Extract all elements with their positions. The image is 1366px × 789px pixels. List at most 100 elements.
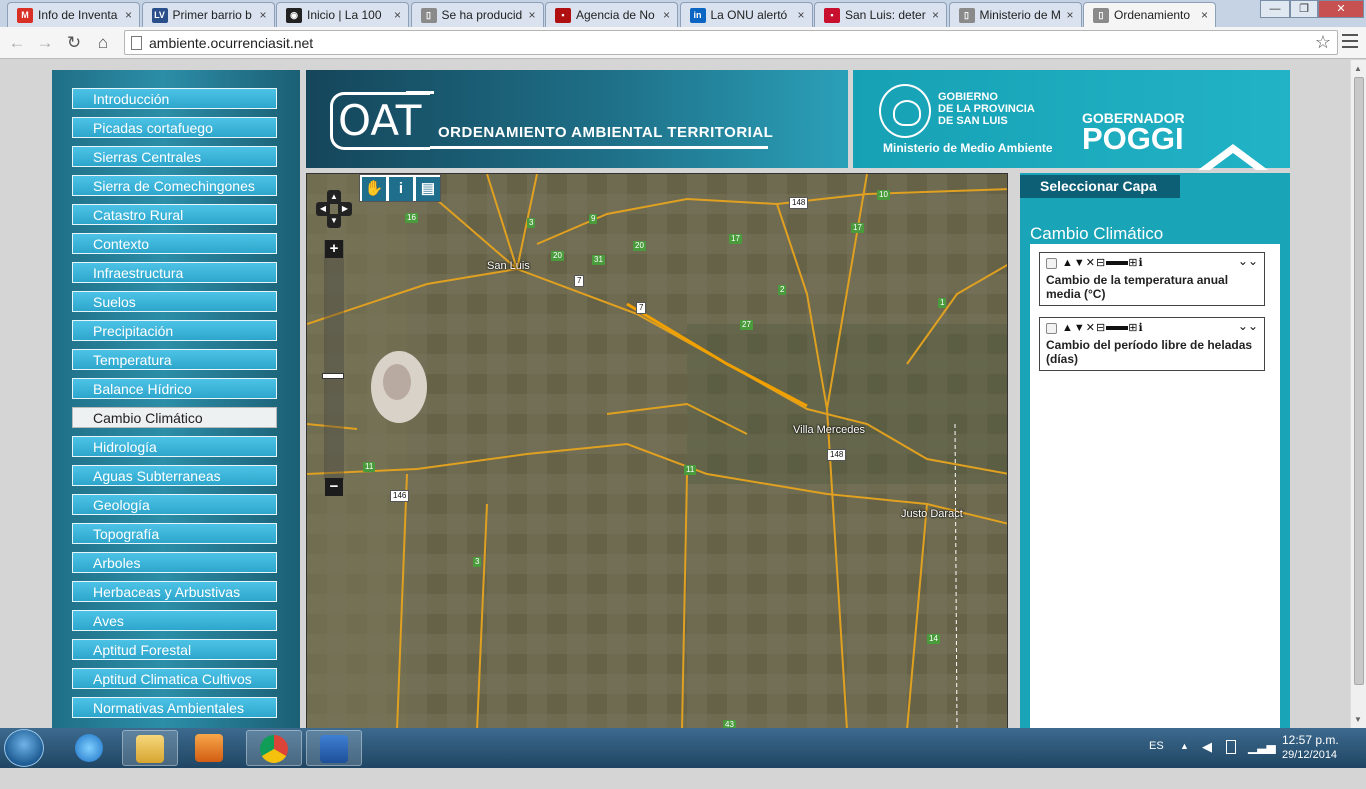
sidebar-item[interactable]: Aves [72, 610, 277, 631]
opacity-minus-icon[interactable]: ⊟ [1096, 257, 1106, 269]
taskbar-ie[interactable] [62, 730, 118, 766]
back-button[interactable]: ← [6, 32, 28, 54]
home-button[interactable]: ⌂ [92, 32, 114, 54]
close-window-button[interactable]: ✕ [1318, 0, 1364, 18]
scrollbar-thumb[interactable] [1354, 77, 1364, 685]
sidebar-item[interactable]: Aguas Subterraneas [72, 465, 277, 486]
clock-date[interactable]: 29/12/2014 [1282, 749, 1337, 789]
minimize-button[interactable]: — [1260, 0, 1290, 18]
start-button[interactable] [4, 729, 44, 767]
collapse-icon[interactable]: ⌄⌄ [1238, 319, 1258, 333]
pan-hand-icon[interactable]: ✋ [362, 177, 386, 201]
sidebar-item[interactable]: Catastro Rural [72, 204, 277, 225]
tab-close-icon[interactable]: × [1066, 8, 1073, 22]
zoom-slider-handle[interactable] [322, 373, 344, 379]
sidebar-item[interactable]: Picadas cortafuego [72, 117, 277, 138]
page-scrollbar[interactable]: ▲ ▼ [1350, 60, 1366, 728]
language-indicator[interactable]: ES [1149, 740, 1164, 780]
network-icon[interactable]: ▁▃▅ [1248, 740, 1276, 780]
address-bar[interactable]: ambiente.ocurrenciasit.net ☆ [124, 30, 1338, 55]
taskbar-explorer[interactable] [122, 730, 178, 766]
layer-name: Cambio del período libre de heladas (día… [1046, 338, 1253, 366]
move-up-icon[interactable]: ▲ [1062, 257, 1074, 269]
map-view[interactable]: San Luis Villa Mercedes Justo Daract 3 9… [306, 173, 1008, 728]
layer-controls: ▲▼✕⊟ ⊞ℹ ⌄⌄ [1046, 254, 1258, 271]
opacity-bar[interactable] [1106, 261, 1129, 266]
zoom-in-button[interactable]: + [325, 240, 343, 258]
pan-down-icon[interactable]: ▼ [327, 214, 341, 228]
browser-tab[interactable]: in La ONU alertó × [679, 2, 813, 27]
layer-info-icon[interactable]: ℹ [1138, 322, 1143, 334]
browser-tab[interactable]: LV Primer barrio b × [141, 2, 275, 27]
tab-close-icon[interactable]: × [528, 8, 535, 22]
sidebar-item[interactable]: Balance Hídrico [72, 378, 277, 399]
move-down-icon[interactable]: ▼ [1074, 322, 1086, 334]
map-canvas[interactable] [307, 174, 1008, 728]
tab-close-icon[interactable]: × [932, 8, 939, 22]
opacity-bar[interactable] [1106, 326, 1129, 331]
taskbar-media-player[interactable] [182, 730, 238, 766]
sidebar-item[interactable]: Aptitud Climatica Cultivos [72, 668, 277, 689]
sidebar-item[interactable]: Topografía [72, 523, 277, 544]
zoom-slider-track[interactable] [324, 240, 344, 480]
action-center-icon[interactable] [1226, 740, 1236, 754]
info-icon[interactable]: i [389, 177, 413, 201]
volume-icon[interactable]: ◀ [1202, 739, 1212, 779]
chrome-menu-icon[interactable] [1342, 34, 1358, 48]
tab-close-icon[interactable]: × [1201, 8, 1208, 22]
sidebar-item[interactable]: Arboles [72, 552, 277, 573]
tab-close-icon[interactable]: × [797, 8, 804, 22]
move-up-icon[interactable]: ▲ [1062, 322, 1074, 334]
layer-checkbox[interactable] [1046, 258, 1057, 269]
tray-expand-icon[interactable]: ▲ [1180, 741, 1189, 781]
collapse-icon[interactable]: ⌄⌄ [1238, 254, 1258, 268]
sidebar-item[interactable]: Hidrología [72, 436, 277, 457]
move-down-icon[interactable]: ▼ [1074, 257, 1086, 269]
tab-close-icon[interactable]: × [259, 8, 266, 22]
sidebar-item[interactable]: Suelos [72, 291, 277, 312]
browser-tab[interactable]: M Info de Inventa × [7, 2, 140, 27]
sidebar-item[interactable]: Herbaceas y Arbustivas [72, 581, 277, 602]
sidebar-item[interactable]: Sierra de Comechingones [72, 175, 277, 196]
sidebar-item[interactable]: Precipitación [72, 320, 277, 341]
sidebar-item[interactable]: Contexto [72, 233, 277, 254]
tab-close-icon[interactable]: × [663, 8, 670, 22]
browser-tab[interactable]: ▪ San Luis: deter × [814, 2, 947, 27]
web-page: Introducción Picadas cortafuego Sierras Ce… [0, 60, 1350, 728]
word-icon [320, 735, 348, 763]
taskbar-word[interactable] [306, 730, 362, 766]
browser-tab[interactable]: ▪ Agencia de No × [545, 2, 678, 27]
sidebar-item[interactable]: Introducción [72, 88, 277, 109]
layer-info-icon[interactable]: ℹ [1138, 257, 1143, 269]
remove-icon[interactable]: ✕ [1086, 257, 1096, 269]
tab-title: La ONU alertó [710, 8, 788, 22]
tab-close-icon[interactable]: × [125, 8, 132, 22]
select-layer-header[interactable]: Seleccionar Capa [1020, 175, 1180, 198]
tab-close-icon[interactable]: × [394, 8, 401, 22]
forward-button[interactable]: → [34, 32, 56, 54]
sidebar-item[interactable]: Geología [72, 494, 277, 515]
sidebar-item[interactable]: Cambio Climático [72, 407, 277, 428]
print-icon[interactable]: ▤ [416, 177, 440, 201]
bookmark-star-icon[interactable]: ☆ [1315, 32, 1331, 53]
layer-checkbox[interactable] [1046, 323, 1057, 334]
restore-button[interactable]: ❐ [1290, 0, 1318, 18]
scroll-down-icon[interactable]: ▼ [1354, 715, 1362, 724]
browser-tab[interactable]: ▯ Ministerio de M × [948, 2, 1082, 27]
taskbar-chrome[interactable] [246, 730, 302, 766]
browser-tab[interactable]: ◉ Inicio | La 100 × [276, 2, 409, 27]
sidebar-item[interactable]: Normativas Ambientales [72, 697, 277, 718]
sidebar-item[interactable]: Temperatura [72, 349, 277, 370]
reload-button[interactable]: ↻ [63, 32, 85, 54]
scroll-up-icon[interactable]: ▲ [1354, 64, 1362, 73]
sidebar-item[interactable]: Infraestructura [72, 262, 277, 283]
sidebar-item[interactable]: Aptitud Forestal [72, 639, 277, 660]
sidebar-item[interactable]: Sierras Centrales [72, 146, 277, 167]
remove-icon[interactable]: ✕ [1086, 322, 1096, 334]
browser-tab[interactable]: ▯ Ordenamiento × [1083, 2, 1216, 28]
browser-tab[interactable]: ▯ Se ha producid × [410, 2, 544, 27]
opacity-plus-icon[interactable]: ⊞ [1128, 257, 1138, 269]
zoom-out-button[interactable]: − [325, 478, 343, 496]
opacity-plus-icon[interactable]: ⊞ [1128, 322, 1138, 334]
opacity-minus-icon[interactable]: ⊟ [1096, 322, 1106, 334]
